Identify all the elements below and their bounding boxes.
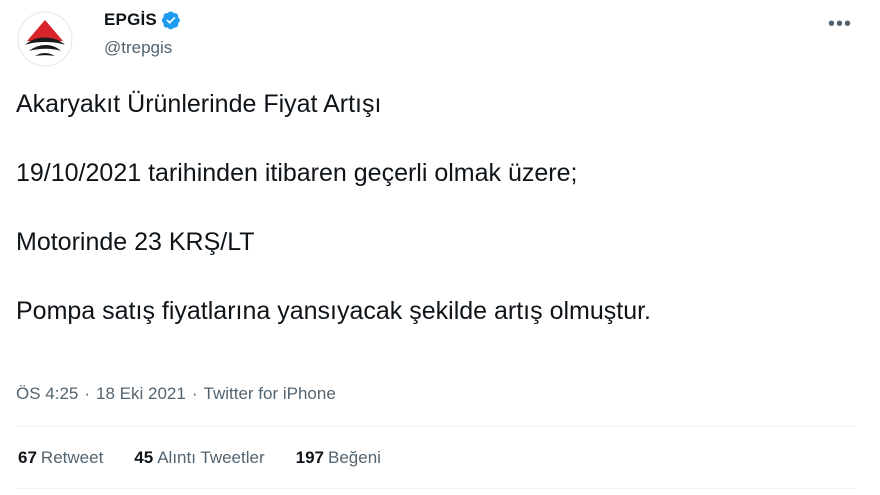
like-count[interactable]: 197 Beğeni xyxy=(296,448,381,468)
retweet-count[interactable]: 67 Retweet xyxy=(18,448,103,468)
more-options-icon[interactable]: ••• xyxy=(824,13,856,35)
tweet-line: 19/10/2021 tarihinden itibaren geçerli o… xyxy=(16,159,578,187)
author-display-name[interactable]: EPGİS xyxy=(104,10,157,30)
avatar[interactable] xyxy=(17,11,73,67)
stat-label: Retweet xyxy=(40,448,104,467)
divider xyxy=(16,426,856,427)
stat-label: Alıntı Tweetler xyxy=(157,448,265,467)
tweet-card: EPGİS @trepgis ••• Akaryakıt Ürünlerinde… xyxy=(0,0,880,495)
tweet-line: Motorinde 23 KRŞ/LT xyxy=(16,228,255,256)
quote-tweet-count[interactable]: 45 Alıntı Tweetler xyxy=(134,448,264,468)
epgis-logo-icon xyxy=(17,11,73,67)
verified-badge-icon xyxy=(161,11,180,30)
stat-count: 197 xyxy=(295,448,324,467)
stat-count: 45 xyxy=(134,448,154,467)
tweet-stats: 67 Retweet 45 Alıntı Tweetler 197 Beğeni xyxy=(18,448,412,468)
tweet-line: Akaryakıt Ürünlerinde Fiyat Artışı xyxy=(16,90,382,118)
author-handle[interactable]: @trepgis xyxy=(104,38,172,58)
author-name-row[interactable]: EPGİS xyxy=(104,10,181,30)
tweet-meta: ÖS 4:25 18 Eki 2021 · 18 Eki 2021 · Twit… xyxy=(16,384,336,404)
meta-separator: · xyxy=(84,384,91,403)
divider xyxy=(16,488,856,489)
tweet-date-link[interactable]: 18 Eki 2021 xyxy=(96,384,186,404)
stat-count: 67 xyxy=(18,448,37,467)
tweet-text: Akaryakıt Ürünlerinde Fiyat Artışı 19/10… xyxy=(16,88,856,328)
tweet-time[interactable]: ÖS 4:25 xyxy=(16,384,78,404)
tweet-line: Pompa satış fiyatlarına yansıyacak şekil… xyxy=(16,297,651,325)
tweet-source[interactable]: Twitter for iPhone xyxy=(204,384,336,404)
meta-separator: · xyxy=(191,384,198,403)
stat-label: Beğeni xyxy=(328,448,381,467)
